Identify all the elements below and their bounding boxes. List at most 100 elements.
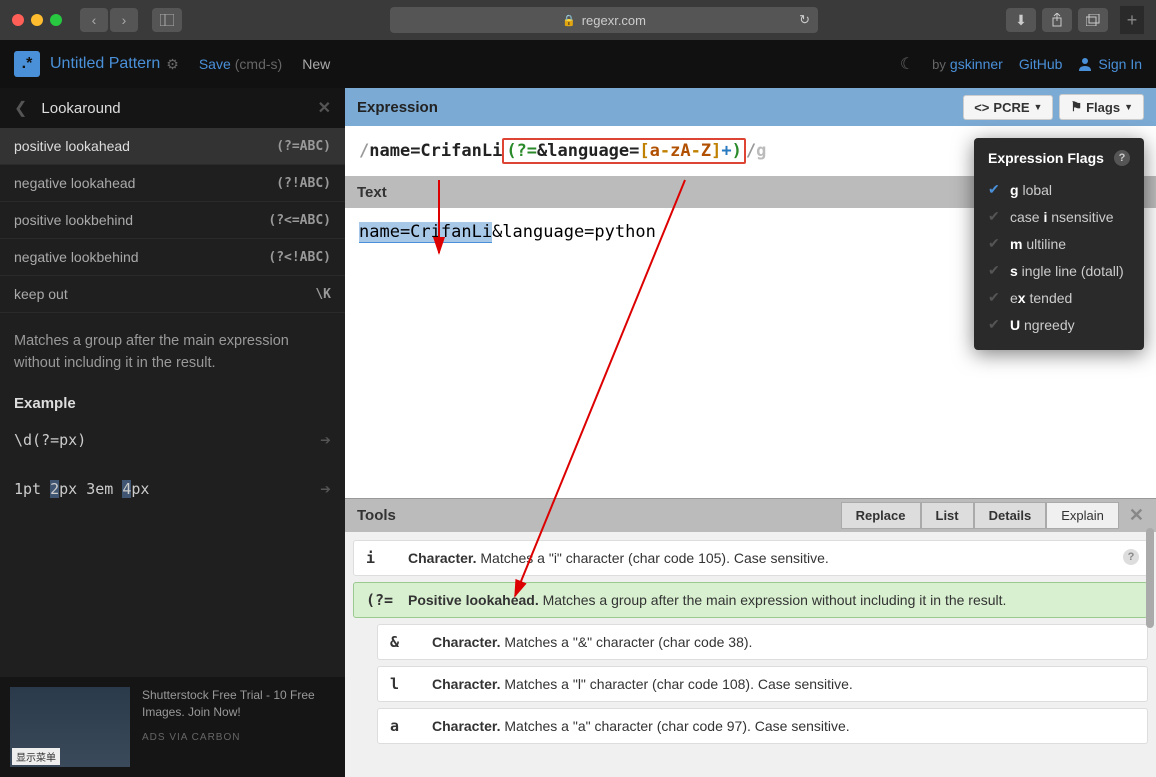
sidebar-ad[interactable]: 显示菜单 Shutterstock Free Trial - 10 Free I… <box>0 677 345 777</box>
sidebar-list: positive lookahead(?=ABC)negative lookah… <box>0 128 345 313</box>
explain-token: a <box>390 717 418 735</box>
example-text-row[interactable]: 1pt 2px 3em 4px ➔ <box>14 476 331 503</box>
explain-text: Character. Matches a "l" character (char… <box>432 676 1135 692</box>
tool-tab-details[interactable]: Details <box>974 502 1047 529</box>
tabs-button[interactable] <box>1078 8 1108 32</box>
tool-tab-explain[interactable]: Explain <box>1046 502 1119 529</box>
regex-literal: &language= <box>537 141 639 161</box>
refresh-icon[interactable]: ↻ <box>799 12 810 28</box>
pattern-name[interactable]: Untitled Pattern <box>50 55 160 73</box>
explain-row[interactable]: &Character. Matches a "&" character (cha… <box>377 624 1148 660</box>
share-button[interactable] <box>1042 8 1072 32</box>
explain-row[interactable]: i Character. Matches a "i" character (cha… <box>353 540 1148 576</box>
sidebar-close-icon[interactable]: ✕ <box>318 98 331 118</box>
sidebar-toggle-button[interactable] <box>152 8 182 32</box>
regex-lookahead-open: (?= <box>506 141 537 161</box>
content: Expression <> PCRE ▼ ⚑ Flags ▼ /name=Cri… <box>345 88 1156 777</box>
flags-selector[interactable]: ⚑ Flags ▼ <box>1059 94 1144 120</box>
ad-text-block: Shutterstock Free Trial - 10 Free Images… <box>142 687 335 767</box>
ad-text: Shutterstock Free Trial - 10 Free Images… <box>142 687 335 721</box>
sidebar-item[interactable]: keep out\K <box>0 276 345 313</box>
explain-text: Character. Matches a "&" character (char… <box>432 634 1135 650</box>
explain-token: i <box>366 549 394 567</box>
sidebar-item[interactable]: negative lookbehind(?<!ABC) <box>0 239 345 276</box>
check-icon: ✔ <box>988 208 1002 225</box>
traffic-lights <box>12 14 62 26</box>
regex-literal: name=CrifanLi <box>369 141 502 161</box>
sidebar-back-icon[interactable]: ❮ <box>14 98 27 118</box>
address-bar[interactable]: 🔒 regexr.com ↻ <box>390 7 818 33</box>
theme-toggle[interactable]: ☾ <box>900 54 914 74</box>
app-header: .* Untitled Pattern ⚙ Save (cmd-s) New ☾… <box>0 40 1156 88</box>
minimize-window-button[interactable] <box>31 14 43 26</box>
flag-item[interactable]: ✔ex tended <box>988 284 1130 311</box>
explain-text: Positive lookahead. Matches a group afte… <box>408 592 1135 608</box>
ad-image: 显示菜单 <box>10 687 130 767</box>
sidebar-item[interactable]: positive lookahead(?=ABC) <box>0 128 345 165</box>
new-tab-button[interactable]: + <box>1120 6 1144 34</box>
check-icon: ✔ <box>988 235 1002 252</box>
regex-quantifier: + <box>721 141 731 161</box>
sidebar-item[interactable]: positive lookbehind(?<=ABC) <box>0 202 345 239</box>
help-icon[interactable]: ? <box>1123 549 1139 565</box>
explain-row[interactable]: l Character. Matches a "l" character (cha… <box>377 666 1148 702</box>
flag-item[interactable]: ✔U ngreedy <box>988 311 1130 338</box>
sidebar-header: ❮ Lookaround ✕ <box>0 88 345 128</box>
signin-button[interactable]: Sign In <box>1078 56 1142 72</box>
tools-close-icon[interactable]: ✕ <box>1129 505 1144 526</box>
regex-delimiter: / <box>359 141 369 161</box>
example-code-row[interactable]: \d(?=px) ➔ <box>14 427 331 454</box>
new-button[interactable]: New <box>302 56 330 72</box>
example-text: 1pt 2px 3em 4px <box>14 478 149 501</box>
flag-icon: ⚑ <box>1070 99 1082 115</box>
explain-token: l <box>390 675 418 693</box>
sidebar-item-code: (?<=ABC) <box>268 213 331 228</box>
sidebar-item-label: keep out <box>14 286 315 302</box>
main-layout: ❮ Lookaround ✕ positive lookahead(?=ABC)… <box>0 88 1156 777</box>
app-logo[interactable]: .* <box>14 51 40 77</box>
flag-item[interactable]: ✔s ingle line (dotall) <box>988 257 1130 284</box>
check-icon: ✔ <box>988 181 1002 198</box>
by-text: by <box>932 57 946 72</box>
sidebar-item-label: positive lookahead <box>14 138 276 154</box>
sidebar-description: Matches a group after the main expressio… <box>14 331 331 375</box>
flags-dropdown-title: Expression Flags ? <box>988 150 1130 166</box>
explain-token: & <box>390 633 418 651</box>
tools-body: i Character. Matches a "i" character (cha… <box>345 532 1156 777</box>
engine-selector[interactable]: <> PCRE ▼ <box>963 95 1053 120</box>
explain-row[interactable]: aCharacter. Matches a "a" character (cha… <box>377 708 1148 744</box>
flag-item[interactable]: ✔g lobal <box>988 176 1130 203</box>
flag-item[interactable]: ✔m ultiline <box>988 230 1130 257</box>
tool-tab-replace[interactable]: Replace <box>841 502 921 529</box>
maximize-window-button[interactable] <box>50 14 62 26</box>
nav-buttons: ‹ › <box>80 8 138 32</box>
download-button[interactable]: ⬇ <box>1006 8 1036 32</box>
browser-right-buttons: ⬇ <box>1006 8 1108 32</box>
vertical-scrollbar[interactable] <box>1146 528 1154 628</box>
sidebar-item[interactable]: negative lookahead(?!ABC) <box>0 165 345 202</box>
flag-item[interactable]: ✔case i nsensitive <box>988 203 1130 230</box>
example-arrow-icon: ➔ <box>320 427 331 454</box>
sidebar-item-code: \K <box>315 287 331 302</box>
share-icon <box>1051 13 1063 27</box>
github-link[interactable]: GitHub <box>1019 56 1063 72</box>
sidebar-icon <box>160 14 174 26</box>
tabs-icon <box>1086 14 1100 26</box>
flags-dropdown: Expression Flags ? ✔g lobal✔case i nsens… <box>974 138 1144 350</box>
explain-text: Character. Matches a "i" character (char… <box>408 550 1135 566</box>
close-window-button[interactable] <box>12 14 24 26</box>
ad-via: ADS VIA CARBON <box>142 731 335 745</box>
expression-label: Expression <box>357 99 438 116</box>
explain-row[interactable]: (?=Positive lookahead. Matches a group a… <box>353 582 1148 618</box>
author-link[interactable]: gskinner <box>950 56 1003 72</box>
sidebar-description-panel: Matches a group after the main expressio… <box>0 313 345 677</box>
regex-charclass: [ <box>639 141 649 161</box>
save-button[interactable]: Save <box>199 56 231 72</box>
sidebar-item-code: (?<!ABC) <box>268 250 331 265</box>
forward-button[interactable]: › <box>110 8 138 32</box>
back-button[interactable]: ‹ <box>80 8 108 32</box>
help-icon[interactable]: ? <box>1114 150 1130 166</box>
tool-tab-list[interactable]: List <box>921 502 974 529</box>
sidebar-item-label: positive lookbehind <box>14 212 268 228</box>
gear-icon[interactable]: ⚙ <box>166 56 179 73</box>
